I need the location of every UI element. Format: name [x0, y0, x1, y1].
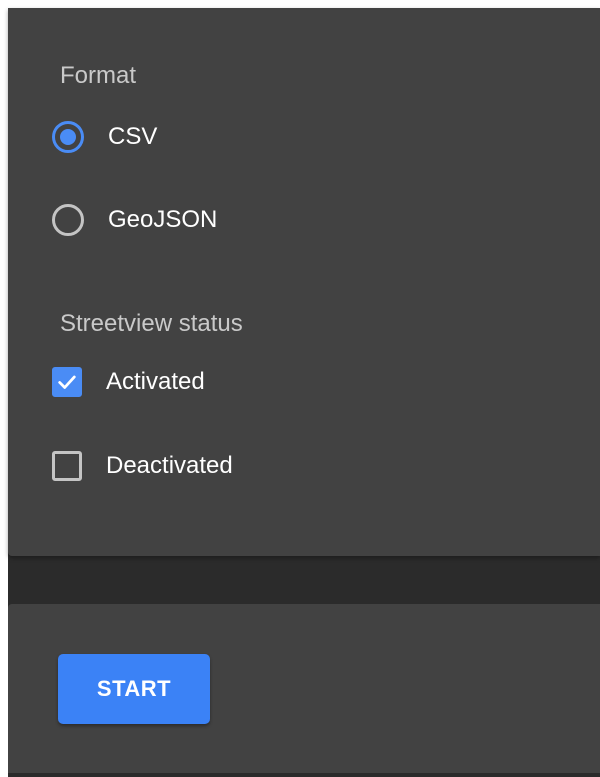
checkmark-icon	[58, 375, 76, 389]
checkbox-checked-icon[interactable]	[52, 367, 82, 397]
checkbox-unchecked-icon[interactable]	[52, 451, 82, 481]
action-panel: START	[8, 604, 600, 773]
export-options-panel: Format CSV GeoJSON Streetview status Act…	[8, 8, 600, 556]
streetview-option-activated[interactable]: Activated	[52, 354, 205, 410]
format-section-label: Format	[60, 62, 137, 89]
streetview-option-deactivated[interactable]: Deactivated	[52, 438, 233, 494]
format-option-geojson[interactable]: GeoJSON	[52, 192, 217, 248]
radio-selected-icon[interactable]	[52, 121, 84, 153]
format-option-label: CSV	[108, 123, 158, 150]
start-button[interactable]: START	[58, 654, 210, 724]
radio-unselected-icon[interactable]	[52, 204, 84, 236]
format-option-csv[interactable]: CSV	[52, 109, 157, 165]
streetview-status-section-label: Streetview status	[60, 310, 243, 337]
streetview-option-label: Activated	[106, 368, 205, 395]
format-option-label: GeoJSON	[108, 206, 218, 233]
streetview-option-label: Deactivated	[106, 452, 233, 479]
